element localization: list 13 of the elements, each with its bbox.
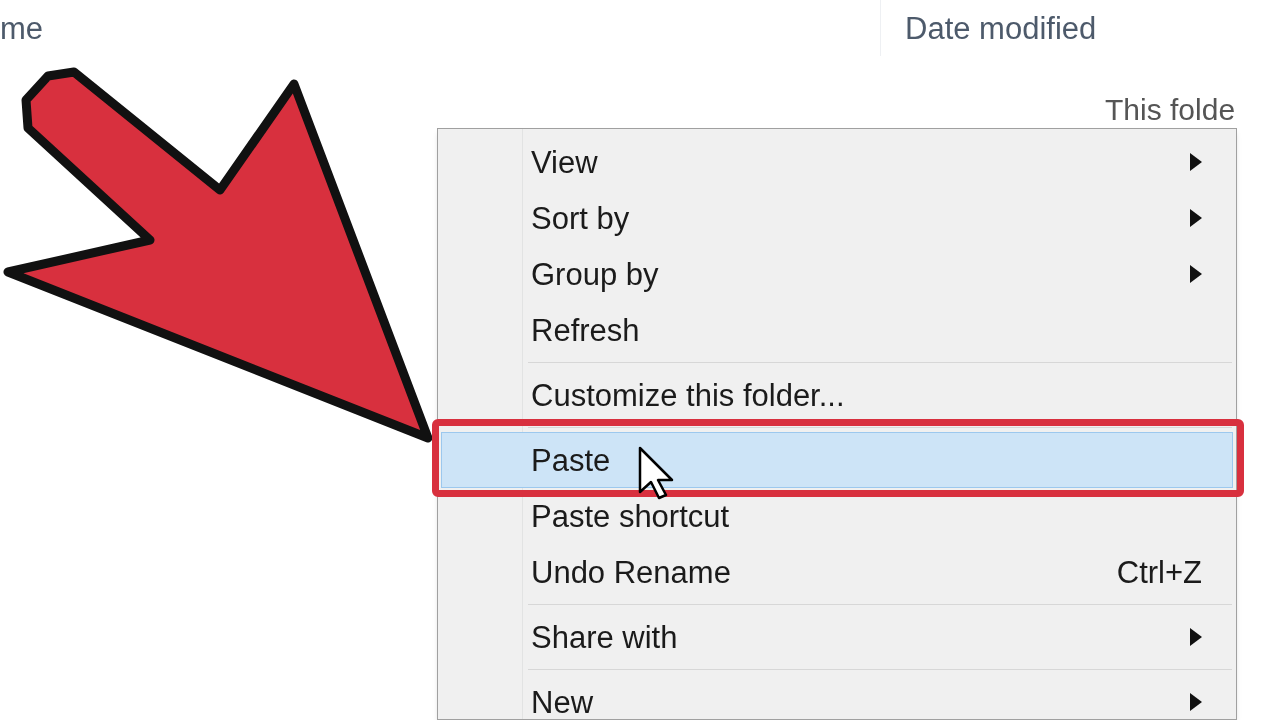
menu-item[interactable]: New [441,674,1233,719]
menu-item[interactable]: View [441,134,1233,190]
column-header[interactable]: Date modified [905,12,1097,44]
menu-item[interactable]: Paste [441,432,1233,488]
menu-item[interactable]: Group by [441,246,1233,302]
empty-folder-message: This folde [1105,95,1236,126]
menu-item[interactable]: Share with [441,609,1233,665]
menu-item[interactable]: Refresh [441,302,1233,358]
menu-item[interactable]: Customize this folder... [441,367,1233,423]
column-header[interactable]: me [0,12,44,44]
menu-item[interactable]: Undo Rename Ctrl+Z [441,544,1233,600]
shortcut-label: Ctrl+Z [1116,556,1202,588]
menu-item[interactable]: Sort by [441,190,1233,246]
